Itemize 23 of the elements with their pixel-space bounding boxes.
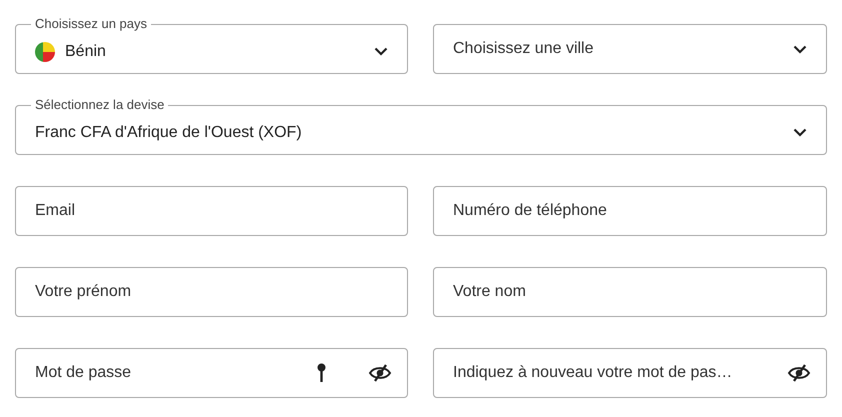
dropdown-select[interactable]: Choisissez une ville: [433, 24, 827, 74]
eye-off-icon[interactable]: [368, 363, 392, 383]
chevron-down-icon: [793, 128, 807, 137]
dropdown-select[interactable]: Sélectionnez la devise Franc CFA d'Afrique de l'Ouest (XOF): [15, 98, 827, 155]
password-input[interactable]: Mot de passe: [35, 364, 307, 382]
country-select[interactable]: Choisissez un pays Bénin: [15, 17, 408, 74]
chevron-down-icon: [793, 44, 807, 54]
password-field[interactable]: Indiquez à nouveau votre mot de pas…: [433, 348, 827, 398]
text-field[interactable]: Email: [15, 186, 408, 236]
text-input[interactable]: Email: [35, 202, 392, 220]
password-input[interactable]: Indiquez à nouveau votre mot de pas…: [453, 364, 777, 382]
field-label: Sélectionnez la devise: [34, 98, 166, 112]
password-field[interactable]: Mot de passe: [15, 348, 408, 398]
eye-off-icon[interactable]: [787, 363, 811, 383]
chevron-down-icon: [374, 47, 388, 56]
text-field[interactable]: Numéro de téléphone: [433, 186, 827, 236]
flag-icon: [35, 42, 55, 62]
text-input[interactable]: Numéro de téléphone: [453, 202, 811, 220]
text-field[interactable]: Votre prénom: [15, 267, 408, 317]
text-field[interactable]: Votre nom: [433, 267, 827, 317]
text-input[interactable]: Votre nom: [453, 283, 811, 301]
field-label: Choisissez un pays: [34, 17, 148, 31]
text-input[interactable]: Votre prénom: [35, 283, 392, 301]
